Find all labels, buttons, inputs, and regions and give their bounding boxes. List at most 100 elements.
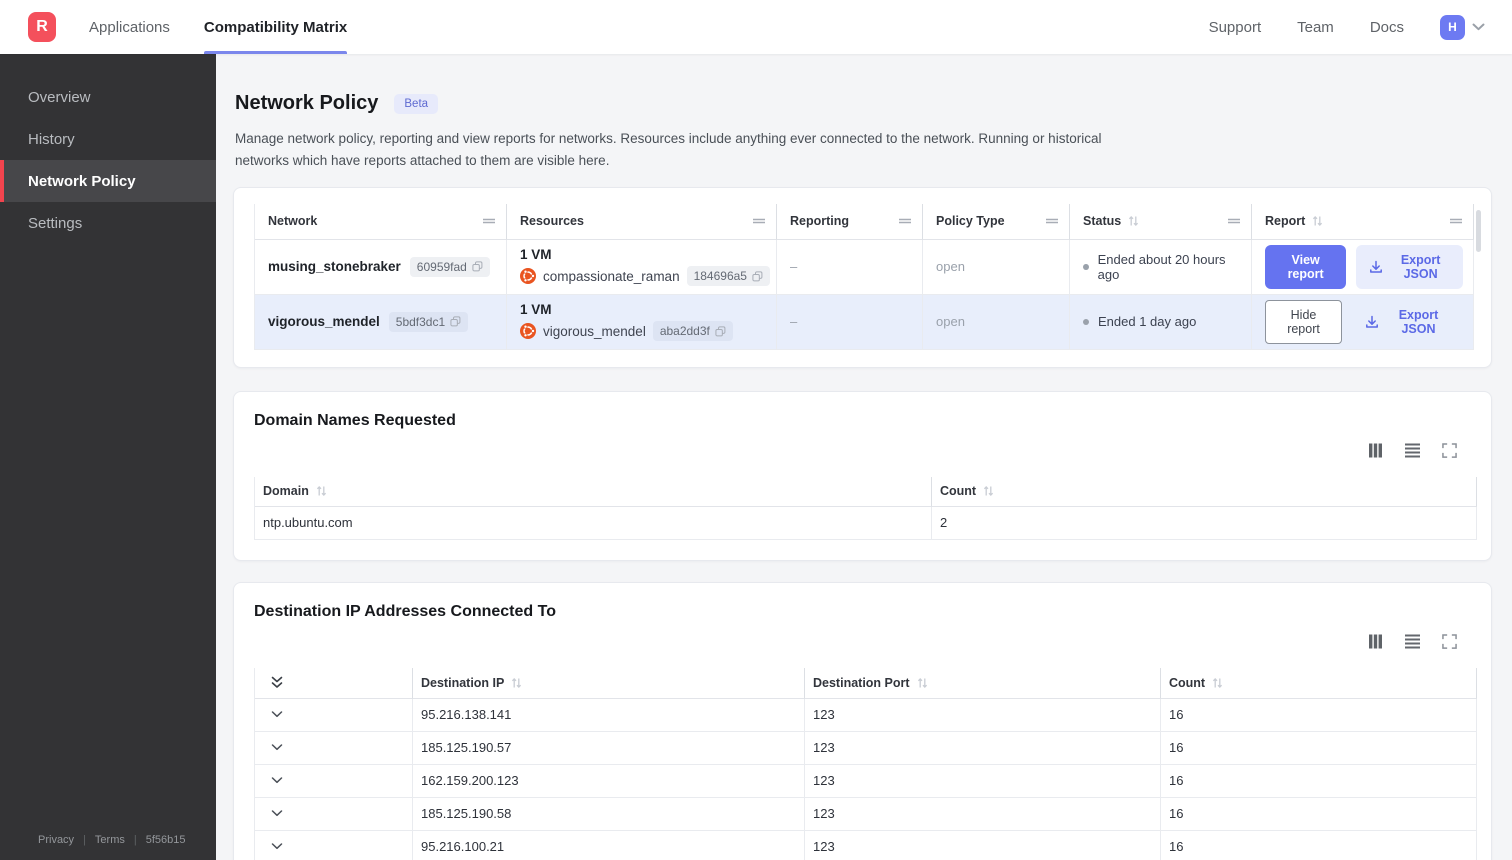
destination-ip-cell: 95.216.138.141 — [413, 698, 805, 732]
sort-icon[interactable] — [1128, 215, 1139, 227]
row-expander[interactable] — [255, 731, 413, 765]
sort-icon[interactable] — [511, 677, 522, 689]
table-scrollbar[interactable] — [1476, 209, 1481, 252]
resources-cell: 1 VM compassionate_raman 184696a5 — [507, 239, 777, 295]
sort-icon[interactable] — [316, 485, 327, 497]
network-id: 60959fad — [416, 259, 467, 274]
sidebar-item-settings[interactable]: Settings — [0, 202, 216, 244]
column-header-status: Status — [1070, 203, 1252, 240]
rows-icon[interactable] — [1404, 634, 1421, 649]
column-resize-handle[interactable] — [482, 216, 496, 226]
status-text: Ended 1 day ago — [1098, 314, 1197, 330]
status-cell: Ended about 20 hours ago — [1070, 239, 1252, 295]
tab-compatibility-matrix[interactable]: Compatibility Matrix — [203, 0, 348, 54]
network-id-badge: 60959fad — [409, 256, 490, 277]
columns-icon[interactable] — [1368, 443, 1383, 458]
chevron-down-icon — [271, 744, 283, 751]
domains-card: Domain Names Requested Domain Count ntp.… — [233, 390, 1492, 561]
view-report-button[interactable]: View report — [1265, 244, 1347, 289]
networks-card: Network Resources Reporting Policy Type — [233, 186, 1492, 368]
column-header-count: Count — [932, 476, 1477, 507]
terms-link[interactable]: Terms — [95, 834, 125, 846]
network-id-badge: 5bdf3dc1 — [388, 311, 469, 332]
chevron-down-icon — [271, 810, 283, 817]
destination-port-cell: 123 — [805, 797, 1161, 831]
copy-icon[interactable] — [752, 271, 763, 282]
avatar[interactable]: H — [1440, 14, 1465, 40]
count-cell: 16 — [1161, 698, 1477, 732]
destinations-card-title: Destination IP Addresses Connected To — [254, 602, 556, 620]
column-header-report: Report — [1252, 203, 1474, 240]
expand-icon[interactable] — [1442, 633, 1457, 649]
chevron-down-icon — [271, 777, 283, 784]
network-cell[interactable]: vigorous_mendel 5bdf3dc1 — [255, 294, 507, 350]
column-header-network: Network — [255, 203, 507, 240]
destination-port-cell: 123 — [805, 830, 1161, 860]
network-cell[interactable]: musing_stonebraker 60959fad — [255, 239, 507, 295]
column-header-destination-port-label: Destination Port — [813, 675, 910, 690]
copy-icon[interactable] — [450, 316, 461, 327]
column-resize-handle[interactable] — [898, 216, 912, 226]
count-cell: 16 — [1161, 830, 1477, 860]
export-json-button[interactable]: Export JSON — [1352, 300, 1463, 344]
column-header-network-label: Network — [268, 214, 318, 229]
expand-icon[interactable] — [1442, 442, 1457, 458]
user-menu[interactable]: H — [1440, 14, 1485, 40]
chevron-down-icon — [271, 711, 283, 718]
hide-report-button[interactable]: Hide report — [1265, 299, 1343, 344]
status-dot-icon — [1083, 263, 1089, 270]
sort-icon[interactable] — [1212, 677, 1223, 689]
sort-icon[interactable] — [1312, 215, 1323, 227]
column-header-expander — [255, 667, 413, 699]
resource-name: vigorous_mendel — [543, 323, 646, 339]
destinations-card: Destination IP Addresses Connected To De… — [233, 581, 1492, 860]
reporting-cell: – — [777, 294, 923, 350]
build-version: 5f56b15 — [145, 834, 186, 846]
destination-ip-cell: 95.216.100.21 — [413, 830, 805, 860]
tab-applications[interactable]: Applications — [89, 0, 170, 54]
column-header-domain-label: Domain — [263, 484, 309, 499]
sort-icon[interactable] — [983, 485, 994, 497]
copy-icon[interactable] — [715, 326, 726, 337]
expand-all-icon[interactable] — [271, 676, 283, 689]
resources-cell: 1 VM vigorous_mendel aba2dd3f — [507, 294, 777, 350]
docs-link[interactable]: Docs — [1370, 19, 1404, 36]
row-expander[interactable] — [255, 830, 413, 860]
sidebar-item-network-policy[interactable]: Network Policy — [0, 160, 216, 202]
resource-id: aba2dd3f — [659, 324, 710, 339]
column-header-destination-port: Destination Port — [805, 667, 1161, 699]
privacy-link[interactable]: Privacy — [38, 834, 74, 846]
export-json-label: Export JSON — [1400, 252, 1441, 281]
ubuntu-icon — [520, 323, 536, 340]
app-logo[interactable]: R — [28, 12, 56, 42]
copy-icon[interactable] — [472, 261, 483, 272]
column-header-resources-label: Resources — [520, 214, 584, 229]
rows-icon[interactable] — [1404, 443, 1421, 458]
destinations-toolbar — [254, 633, 1471, 650]
status-text: Ended about 20 hours ago — [1097, 251, 1226, 282]
columns-icon[interactable] — [1368, 634, 1383, 649]
column-header-count-label: Count — [940, 484, 977, 499]
column-resize-handle[interactable] — [1449, 216, 1463, 226]
sidebar: Overview History Network Policy Settings… — [0, 54, 216, 860]
column-resize-handle[interactable] — [752, 216, 766, 226]
sidebar-item-history[interactable]: History — [0, 118, 216, 160]
column-resize-handle[interactable] — [1045, 216, 1059, 226]
column-header-destination-ip: Destination IP — [413, 667, 805, 699]
row-expander[interactable] — [255, 764, 413, 798]
support-link[interactable]: Support — [1209, 19, 1262, 36]
column-header-report-label: Report — [1265, 214, 1306, 229]
beta-badge: Beta — [394, 93, 439, 114]
sort-icon[interactable] — [917, 677, 928, 689]
networks-table: Network Resources Reporting Policy Type — [254, 203, 1475, 350]
sidebar-item-overview[interactable]: Overview — [0, 76, 216, 118]
column-resize-handle[interactable] — [1227, 216, 1241, 226]
row-expander[interactable] — [255, 797, 413, 831]
sidebar-footer: Privacy | Terms | 5f56b15 — [0, 834, 216, 860]
destination-port-cell: 123 — [805, 731, 1161, 765]
row-expander[interactable] — [255, 698, 413, 732]
tab-applications-label: Applications — [89, 18, 170, 36]
export-json-button[interactable]: Export JSON — [1356, 244, 1463, 289]
team-link[interactable]: Team — [1297, 19, 1334, 36]
primary-nav: Applications Compatibility Matrix — [89, 0, 348, 54]
